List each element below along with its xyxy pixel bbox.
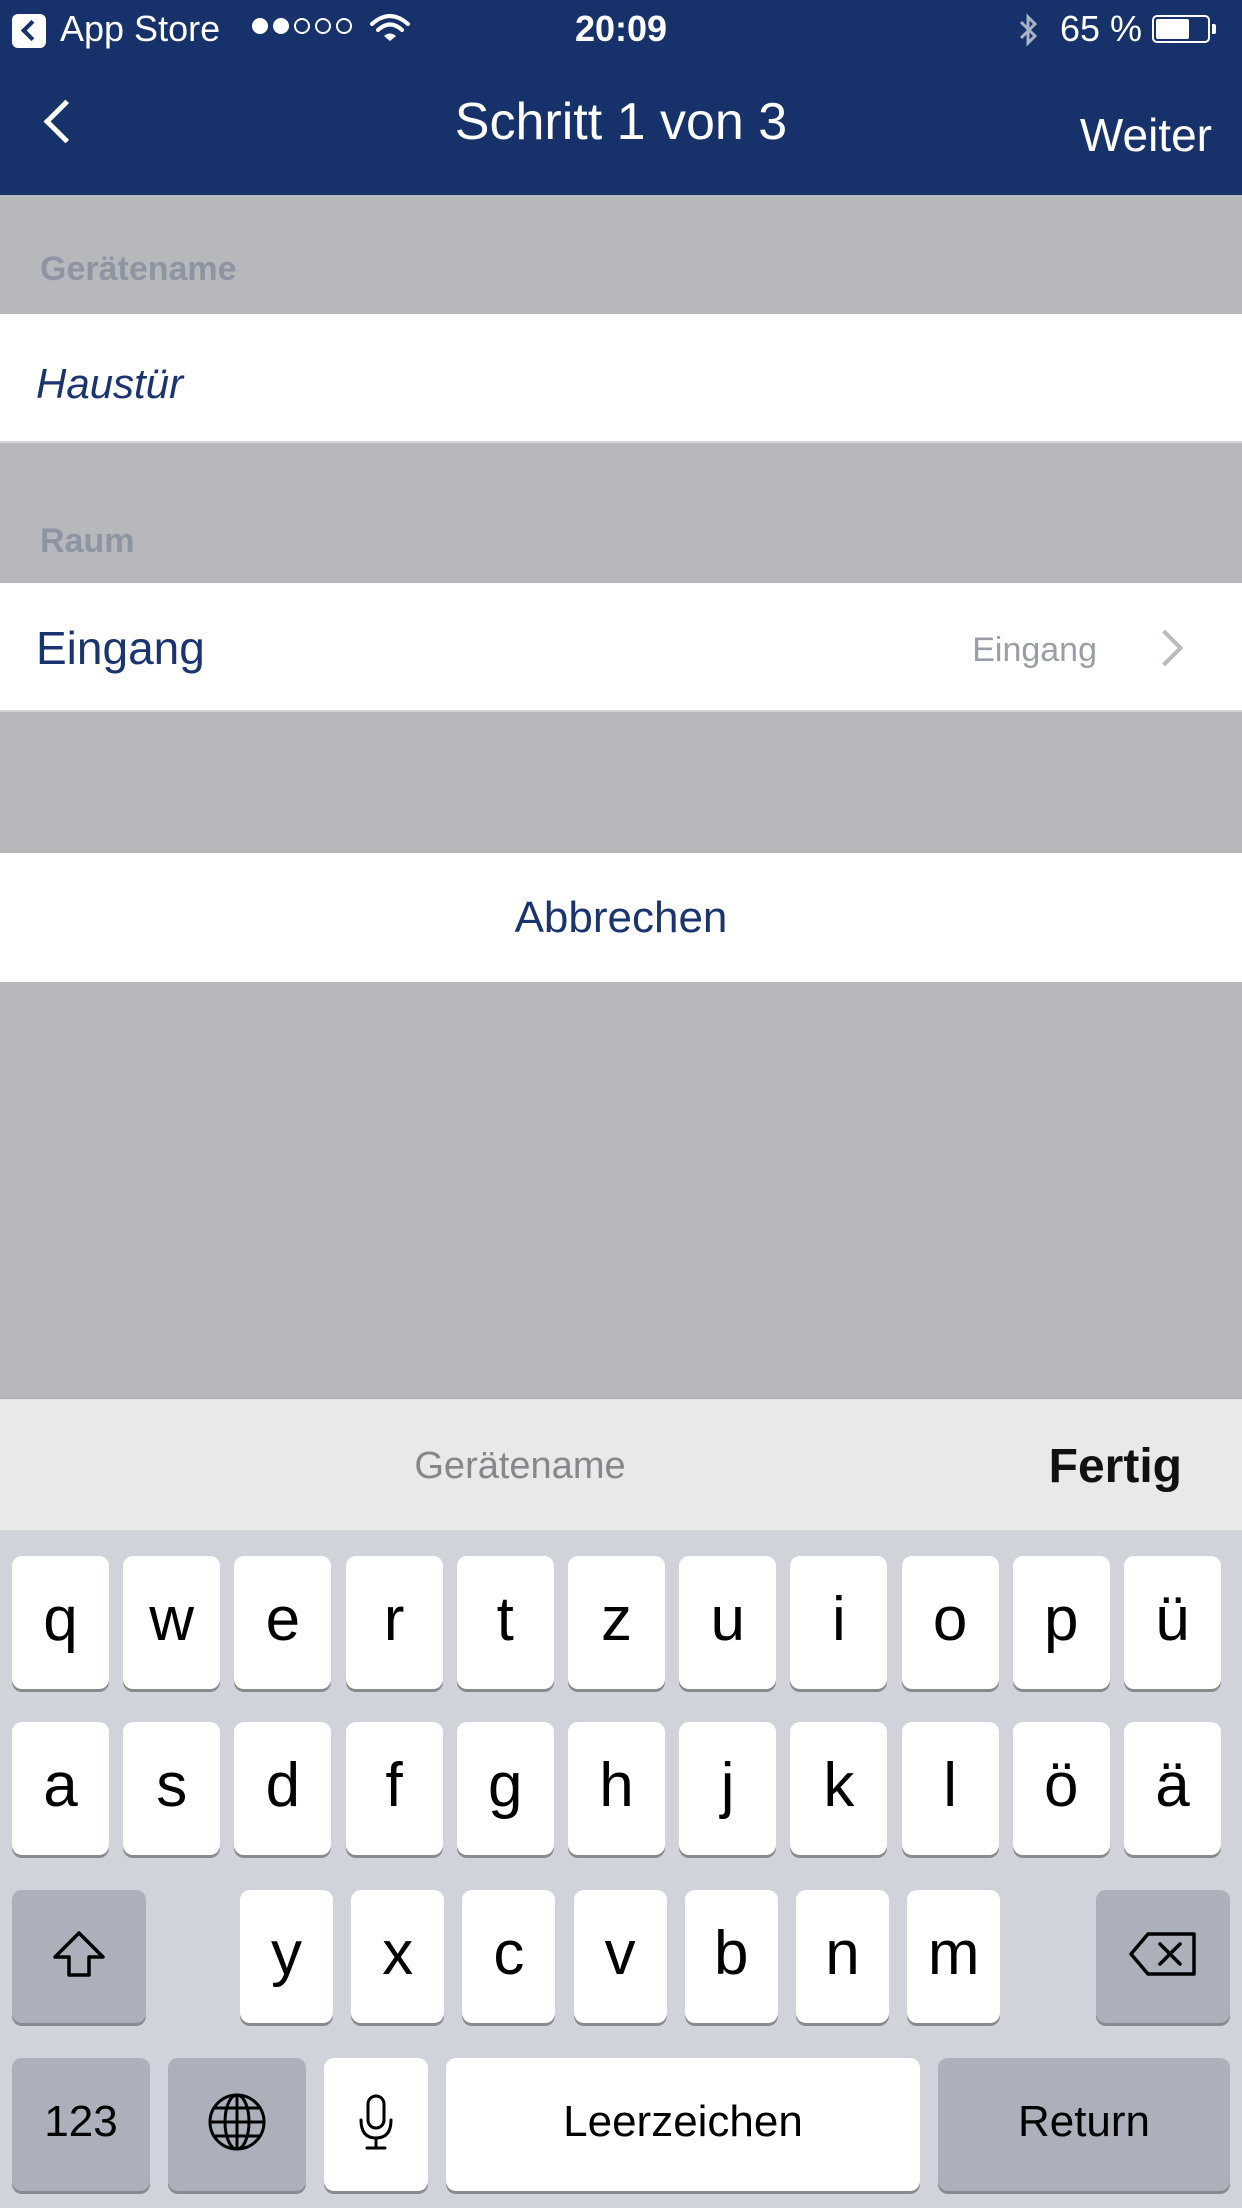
key-n[interactable]: n — [796, 1890, 889, 2023]
key-q[interactable]: q — [12, 1556, 109, 1689]
space-key[interactable]: Leerzeichen — [446, 2058, 920, 2191]
key-d[interactable]: d — [234, 1722, 332, 1855]
device-name-field[interactable]: Haustür — [0, 314, 1242, 443]
key-ü[interactable]: ü — [1124, 1556, 1221, 1689]
room-section-header: Raum — [40, 522, 135, 560]
navigation-bar: App Store 20:09 65 % Schritt 1 von 3 Wei… — [0, 0, 1242, 195]
globe-icon — [208, 2093, 266, 2150]
backspace-icon — [1129, 1931, 1196, 1976]
key-o[interactable]: o — [901, 1556, 999, 1689]
keyboard: qwertzuiopü asdfghjklöä yxcvbnm 123 Leer… — [0, 1530, 1242, 2208]
key-x[interactable]: x — [351, 1890, 445, 2023]
battery-icon — [1152, 15, 1218, 43]
key-i[interactable]: i — [790, 1556, 888, 1689]
device-name-value[interactable]: Haustür — [36, 360, 183, 408]
globe-key[interactable] — [168, 2058, 306, 2191]
key-e[interactable]: e — [234, 1556, 332, 1689]
done-button[interactable]: Fertig — [1049, 1439, 1182, 1494]
key-f[interactable]: f — [345, 1722, 443, 1855]
shift-icon — [53, 1930, 105, 1977]
keyboard-toolbar: Gerätename Fertig — [0, 1398, 1242, 1531]
keyboard-field-label: Gerätename — [414, 1445, 626, 1487]
page-title: Schritt 1 von 3 — [454, 93, 788, 151]
cancel-button[interactable]: Abbrechen — [0, 853, 1242, 982]
key-h[interactable]: h — [568, 1722, 665, 1855]
chevron-right-icon — [1150, 627, 1184, 661]
key-k[interactable]: k — [790, 1722, 888, 1855]
room-selected-value: Eingang — [972, 631, 1097, 669]
key-c[interactable]: c — [462, 1890, 556, 2023]
key-ö[interactable]: ö — [1012, 1722, 1110, 1855]
delete-key[interactable] — [1096, 1890, 1230, 2023]
key-j[interactable]: j — [679, 1722, 777, 1855]
key-m[interactable]: m — [907, 1890, 1001, 2023]
key-g[interactable]: g — [456, 1722, 554, 1855]
key-u[interactable]: u — [679, 1556, 777, 1689]
key-t[interactable]: t — [456, 1556, 554, 1689]
key-ä[interactable]: ä — [1124, 1722, 1221, 1855]
key-v[interactable]: v — [573, 1890, 667, 2023]
key-s[interactable]: s — [123, 1722, 221, 1855]
key-r[interactable]: r — [345, 1556, 443, 1689]
room-selector-row[interactable]: Eingang Eingang — [0, 583, 1242, 712]
key-y[interactable]: y — [240, 1890, 333, 2023]
dictation-key[interactable] — [324, 2058, 428, 2191]
battery-percentage: 65 % — [1060, 8, 1143, 49]
key-z[interactable]: z — [568, 1556, 665, 1689]
key-a[interactable]: a — [12, 1722, 109, 1855]
key-b[interactable]: b — [684, 1890, 778, 2023]
return-key[interactable]: Return — [938, 2058, 1230, 2191]
key-l[interactable]: l — [901, 1722, 999, 1855]
device-name-section-header: Gerätename — [40, 250, 237, 288]
room-row-label: Eingang — [36, 622, 205, 674]
next-button[interactable]: Weiter — [1080, 108, 1212, 162]
key-w[interactable]: w — [123, 1556, 221, 1689]
bluetooth-icon — [1019, 13, 1038, 47]
shift-key[interactable] — [12, 1890, 146, 2023]
key-p[interactable]: p — [1012, 1556, 1110, 1689]
cancel-label: Abbrechen — [514, 892, 728, 942]
microphone-icon — [359, 2094, 393, 2149]
numbers-key[interactable]: 123 — [12, 2058, 150, 2191]
status-time: 20:09 — [574, 8, 668, 49]
